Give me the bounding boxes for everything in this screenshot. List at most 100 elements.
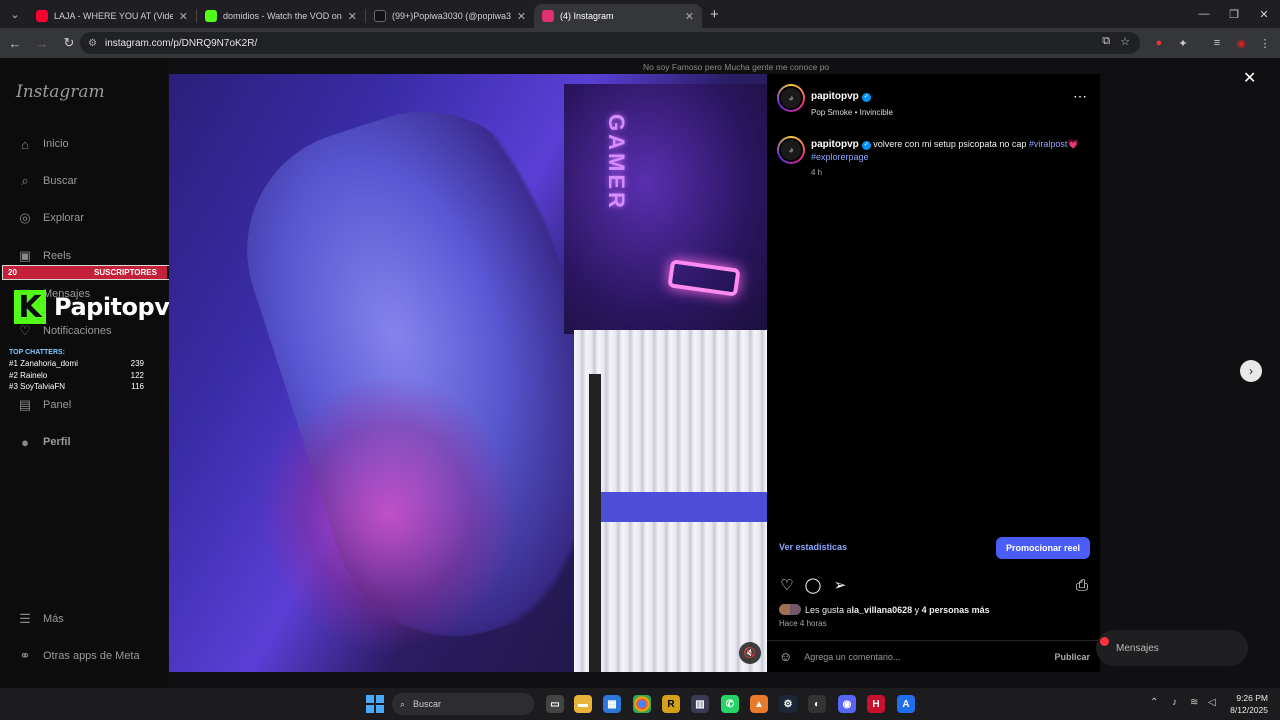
sidebar-item-inicio[interactable]: ⌂ Inicio: [16, 133, 69, 155]
bookmark-star-icon[interactable]: ☆: [1120, 35, 1130, 48]
likes-prefix: Les gusta a: [805, 604, 852, 615]
browser-tab[interactable]: domidios - Watch the VOD on ✕: [197, 4, 365, 28]
app-r-icon[interactable]: R: [662, 695, 680, 713]
comment-input[interactable]: Agrega un comentario...: [804, 652, 1054, 662]
sidebar-item-reels[interactable]: ▣ Reels: [16, 245, 71, 267]
volume-icon[interactable]: ◁: [1208, 697, 1216, 708]
restore-icon[interactable]: ❐: [1218, 0, 1250, 28]
site-info-icon[interactable]: ⚙: [88, 38, 97, 49]
avatar[interactable]: ◕: [777, 136, 805, 164]
discord-icon[interactable]: ◉: [838, 695, 856, 713]
likes-user-link[interactable]: la_villana0628: [852, 605, 913, 615]
wifi-icon[interactable]: ≋: [1190, 697, 1198, 708]
caption-text: volvere con mi setup psicopata no cap: [873, 139, 1027, 149]
instagram-logo[interactable]: Instagram: [16, 82, 105, 102]
save-bookmark-icon[interactable]: ⎙: [1073, 576, 1091, 594]
sidebar-item-perfil[interactable]: ● Perfil: [16, 431, 70, 453]
new-tab-icon[interactable]: +: [710, 6, 719, 23]
verified-icon: ✓: [861, 93, 871, 102]
forward-icon[interactable]: →: [30, 31, 54, 55]
chatter-name: #2 Rainelo: [9, 370, 48, 380]
tray-chevron-icon[interactable]: ⌃: [1150, 697, 1158, 708]
top-chatters-title: TOP CHATTERS:: [9, 349, 66, 356]
browser-tab[interactable]: (99+)Popiwa3030 (@popiwa3 ✕: [366, 4, 534, 28]
extension-icon[interactable]: ●: [1150, 34, 1168, 52]
clock-date: 8/12/2025: [1230, 705, 1268, 715]
back-icon[interactable]: ←: [3, 31, 27, 55]
window-close-icon[interactable]: ✕: [1248, 0, 1280, 28]
taskbar-search[interactable]: ⌕ Buscar: [392, 693, 534, 715]
profile-icon: ●: [21, 434, 29, 450]
steam-icon[interactable]: ⚙: [779, 695, 797, 713]
hashtag-link[interactable]: #explorerpage: [811, 152, 869, 162]
promote-reel-button[interactable]: Promocionar reel: [996, 537, 1090, 559]
verified-icon: ✓: [861, 141, 871, 150]
kick-logo-icon: K: [14, 290, 46, 325]
app-grid-icon[interactable]: ▥: [691, 695, 709, 713]
list-item: #3 SoyTalviaFN 116: [9, 382, 144, 394]
taskbar-clock[interactable]: 9:26 PM 8/12/2025: [1230, 692, 1268, 716]
task-view-icon[interactable]: ▭: [546, 695, 564, 713]
chrome-icon[interactable]: [633, 695, 651, 713]
avatar[interactable]: ◕: [777, 84, 805, 112]
tab-close-icon[interactable]: ✕: [348, 10, 357, 23]
caption-username[interactable]: papitopvp: [811, 139, 859, 150]
browser-tab-active[interactable]: (4) Instagram ✕: [534, 4, 702, 28]
post-username[interactable]: papitopvp: [811, 91, 859, 102]
browser-tab[interactable]: LAJA - WHERE YOU AT (Video ✕: [28, 4, 196, 28]
video-blue-band: [589, 492, 767, 522]
mute-icon[interactable]: 🔇: [739, 642, 761, 664]
media-control-icon[interactable]: ≡: [1208, 34, 1226, 52]
windows-start-icon[interactable]: [366, 695, 384, 713]
app-red-icon[interactable]: H: [867, 695, 885, 713]
emoji-icon[interactable]: ☺: [779, 649, 792, 664]
tab-close-icon[interactable]: ✕: [517, 10, 526, 23]
post-caption: papitopvp ✓ volvere con mi setup psicopat…: [811, 138, 1091, 179]
more-options-icon[interactable]: ⋯: [1073, 88, 1087, 105]
view-stats-link[interactable]: Ver estadísticas: [779, 542, 847, 552]
sidebar-item-mas[interactable]: ☰ Más: [16, 608, 64, 630]
tab-close-icon[interactable]: ✕: [179, 10, 188, 23]
sidebar-item-label: Panel: [43, 399, 72, 411]
browser-menu-icon[interactable]: ⋮: [1256, 34, 1274, 52]
reel-video[interactable]: GAMER 🔇: [169, 74, 767, 672]
install-app-icon[interactable]: ⧉: [1102, 35, 1110, 48]
chatter-count: 122: [130, 370, 144, 380]
next-post-icon[interactable]: ›: [1240, 360, 1262, 382]
address-bar[interactable]: ⚙ instagram.com/p/DNRQ9N7oK2R/ ⧉ ☆: [80, 32, 1140, 54]
app-launcher-icon[interactable]: ▲: [750, 695, 768, 713]
tab-search-icon[interactable]: ⌄: [2, 4, 28, 24]
sidebar-item-buscar[interactable]: ⌕ Buscar: [16, 170, 77, 192]
like-heart-icon[interactable]: ♡: [778, 576, 796, 594]
profile-avatar-icon[interactable]: ◉: [1232, 34, 1250, 52]
publish-button[interactable]: Publicar: [1054, 652, 1090, 662]
whatsapp-icon[interactable]: ✆: [721, 695, 739, 713]
sidebar-item-meta-apps[interactable]: ⚭ Otras apps de Meta: [16, 645, 140, 667]
close-post-icon[interactable]: ✕: [1243, 68, 1256, 88]
extensions-puzzle-icon[interactable]: ✦: [1174, 34, 1192, 52]
likes-others-link[interactable]: 4 personas más: [922, 605, 990, 615]
taskbar-search-label: Buscar: [413, 699, 442, 709]
file-explorer-icon[interactable]: ▬: [574, 695, 592, 713]
chatter-count: 116: [131, 382, 144, 391]
windows-taskbar: ⌕ Buscar ▭ ▬ ▦ R ▥ ✆ ▲ ⚙ ◐ ◉ H A ⌃ ♪ ≋ ◁…: [0, 688, 1280, 720]
store-icon[interactable]: ▦: [603, 695, 621, 713]
comment-icon[interactable]: ◯: [804, 576, 822, 594]
heart-icon: ♡: [19, 323, 31, 338]
sidebar-item-explorar[interactable]: ◎ Explorar: [16, 207, 84, 229]
messages-pill[interactable]: Mensajes: [1096, 630, 1248, 666]
microphone-icon[interactable]: ♪: [1172, 697, 1177, 708]
sidebar-item-label: Más: [43, 613, 64, 625]
video-neon-text: GAMER: [604, 114, 629, 211]
hashtag-link[interactable]: #viralpost: [1029, 139, 1068, 149]
post-audio[interactable]: Pop Smoke • Invincible: [811, 108, 893, 117]
chatter-name: #3 SoyTalviaFN: [9, 382, 66, 391]
sidebar-item-label: Reels: [43, 250, 72, 262]
share-icon[interactable]: ➢: [831, 576, 849, 594]
sidebar-item-panel[interactable]: ▤ Panel: [16, 394, 71, 416]
app-blue-icon[interactable]: A: [897, 695, 915, 713]
tab-close-icon[interactable]: ✕: [685, 10, 694, 23]
app-circle-icon[interactable]: ◐: [808, 695, 826, 713]
minimize-icon[interactable]: —: [1188, 0, 1220, 28]
reload-icon[interactable]: ↻: [57, 31, 81, 55]
